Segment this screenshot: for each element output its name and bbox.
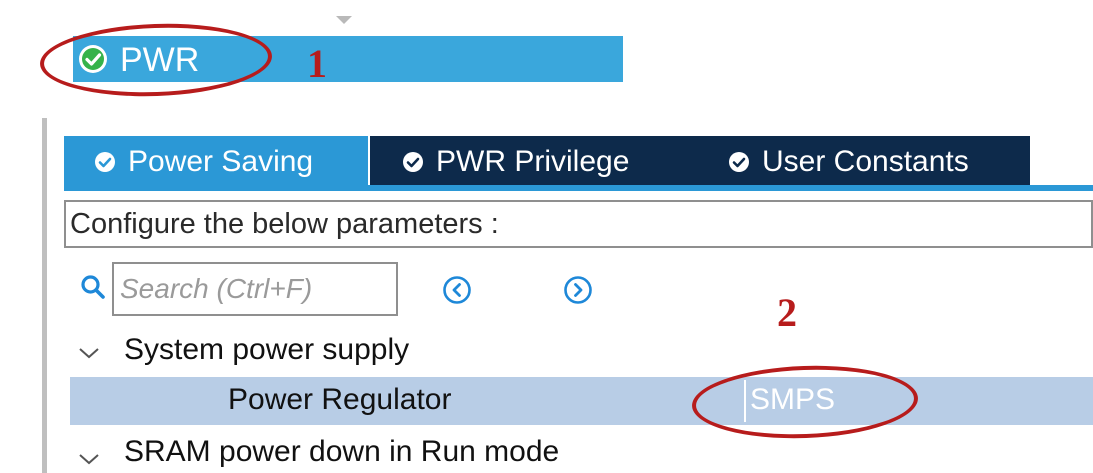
annotation-ellipse-2 (690, 362, 920, 442)
search-input[interactable] (112, 262, 398, 316)
dropdown-caret-icon[interactable] (336, 16, 352, 24)
annotation-number-2: 2 (777, 290, 797, 335)
config-tab-strip: PWR Privilege User Constants Power Savin… (64, 136, 1093, 191)
search-icon (81, 275, 105, 299)
tab-label: User Constants (762, 144, 969, 178)
tab-user-constants[interactable]: User Constants (696, 136, 1030, 187)
check-circle-icon (729, 151, 749, 172)
configure-parameters-label: Configure the below parameters : (64, 200, 1093, 248)
check-circle-icon (403, 151, 423, 172)
chevron-left-circle-icon[interactable] (442, 275, 472, 305)
param-name: Power Regulator (228, 383, 452, 416)
tree-group-system-power-supply[interactable]: System power supply (124, 332, 409, 368)
panel-left-border (42, 118, 47, 473)
annotation-number-1: 1 (307, 41, 327, 86)
tab-label: PWR Privilege (436, 144, 630, 178)
tree-group-sram-power-down[interactable]: SRAM power down in Run mode (124, 434, 559, 470)
annotation-ellipse-1 (38, 19, 274, 101)
chevron-down-icon[interactable] (78, 452, 100, 466)
param-row-power-regulator[interactable] (70, 377, 1093, 425)
check-circle-icon (95, 151, 115, 172)
chevron-right-circle-icon[interactable] (563, 275, 593, 305)
chevron-down-icon[interactable] (78, 346, 100, 360)
tab-power-saving[interactable]: Power Saving (64, 136, 368, 187)
tab-underline (64, 185, 1093, 191)
tab-label: Power Saving (128, 144, 314, 178)
